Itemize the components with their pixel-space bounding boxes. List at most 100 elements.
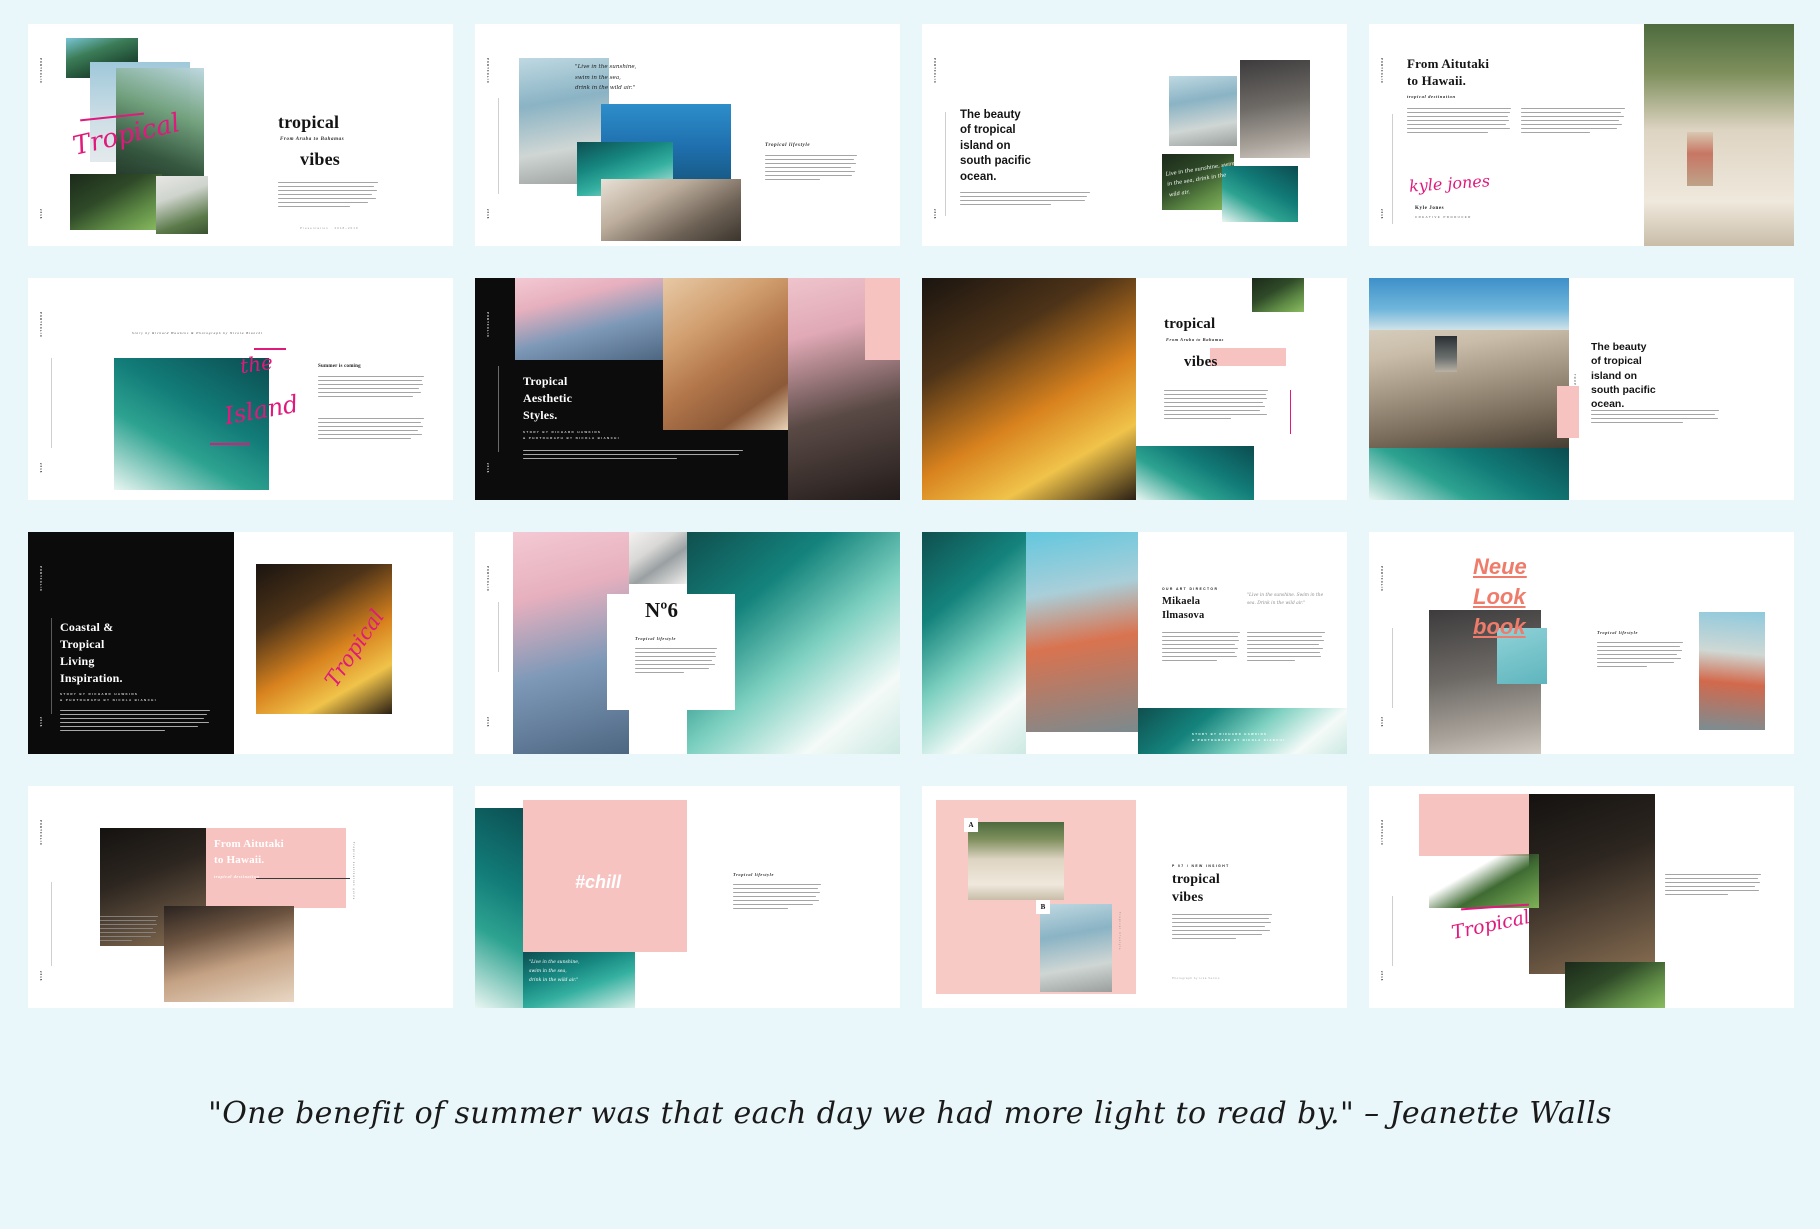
slide-thumbnail[interactable]: #chill "Live in the sunshine, swim in th… (475, 786, 900, 1008)
slide15-footer: Photograph by Lisa Ventro (1172, 976, 1220, 980)
slide-thumbnail[interactable]: PORTFOLIO 2018 Neue Look book Tropical l… (1369, 532, 1794, 754)
slide-side-label-top: PORTFOLIO (486, 312, 489, 338)
slide-thumbnail[interactable]: A B Tropical lifestyle P 07 / NEW INSIGH… (922, 786, 1347, 1008)
pink-rule-bottom (210, 443, 250, 445)
slide-thumbnail[interactable]: PORTFOLIO 2018 Tropical Aesthetic Styles… (475, 278, 900, 500)
slide-grid: PORTFOLIO 2018 Tropical tropical From Ar… (28, 24, 1794, 1034)
slide-side-label-bottom: 2018 (933, 209, 936, 220)
slide15-kicker: P 07 / NEW INSIGHT (1172, 864, 1230, 868)
slide7-body-copy (1164, 390, 1268, 422)
footer-quote: "One benefit of summer was that each day… (208, 1096, 1612, 1131)
side-rule (498, 98, 499, 194)
photo-ocean-strip (1369, 448, 1569, 500)
slide-side-label-bottom: 2018 (486, 463, 489, 474)
slide-side-label-bottom: 2018 (39, 463, 42, 474)
slide2-side-heading: Tropical lifestyle (765, 143, 811, 148)
slide12-title-2: Look (1473, 584, 1526, 609)
side-rule (1392, 628, 1393, 708)
slide-side-label-bottom: 2018 (39, 209, 42, 220)
slide11-name-2: Ilmasova (1162, 610, 1205, 621)
slide-side-label-top: PORTFOLIO (39, 820, 42, 846)
slide-thumbnail[interactable]: PORTFOLIO 2018 The beauty of tropical is… (922, 24, 1347, 246)
slide11-quote: "Live in the sunshine. Swim in the sea. … (1247, 593, 1324, 607)
slide4-body-copy-right (1521, 108, 1625, 136)
photo-rocks (601, 179, 741, 241)
slide8-body-copy (1591, 410, 1719, 426)
photo-dunes (1644, 24, 1794, 246)
slide-side-label-top: PORTFOLIO (486, 566, 489, 592)
slide-thumbnail[interactable]: tropical From Aruba to Bahamas vibes (922, 278, 1347, 500)
slide12-title-1: Neue (1473, 554, 1527, 579)
slide-thumbnail[interactable]: PORTFOLIO 2018 Story by Richard Hawkins … (28, 278, 453, 500)
slide-thumbnail[interactable]: PORTFOLIO 2018 From Aitutaki to Hawaii. … (1369, 24, 1794, 246)
slide4-heading-1: From Aitutaki (1407, 56, 1490, 71)
slide9-heading-3: Living (60, 654, 95, 668)
slide-side-label-top: PORTFOLIO (1380, 58, 1383, 84)
slide-thumbnail[interactable]: PORTFOLIO 2018 "Live in the sunshine, sw… (475, 24, 900, 246)
slide2-quote: "Live in the sunshine, swim in the sea, … (575, 64, 637, 92)
slide12-title-3: book (1473, 614, 1526, 639)
slide5-body-copy-2 (318, 418, 424, 442)
slide-side-label-bottom: 2018 (1380, 209, 1383, 220)
slide13-body-copy (100, 916, 158, 944)
slide-side-label-top: PORTFOLIO (486, 58, 489, 84)
slide6-credit-1: STORY BY RICHARD HAWKINS (523, 430, 602, 434)
slide-thumbnail[interactable]: The beauty of tropical island on south p… (1369, 278, 1794, 500)
photo-blonde-portrait (164, 906, 294, 1002)
side-rule (51, 618, 52, 714)
slide-side-label-bottom: 2018 (1380, 717, 1383, 728)
side-rule (945, 112, 946, 216)
photo-plant-bottom (1565, 962, 1665, 1008)
slide14-body-copy (733, 884, 821, 912)
photo-aerial-left (922, 532, 1026, 754)
slide11-kicker: OUR ART DIRECTOR (1162, 587, 1219, 591)
slide-side-label-top: PORTFOLIO (39, 58, 42, 84)
slide16-script-word: Tropical (1449, 905, 1532, 945)
photo-beach-girl-b (1040, 904, 1112, 992)
slide-side-label-bottom: 2018 (39, 971, 42, 982)
badge-a: A (964, 818, 978, 832)
slide1-title-1: tropical (278, 112, 340, 132)
slide-thumbnail[interactable]: OUR ART DIRECTOR Mikaela Ilmasova "Live … (922, 532, 1347, 754)
slide-thumbnail[interactable]: PORTFOLIO 2018 Nº6 Tropical lifestyle (475, 532, 900, 754)
slide4-signature-name: Kyle Jones (1415, 206, 1445, 211)
photo-woman-dune (1687, 132, 1713, 186)
slide6-body-copy (523, 450, 743, 462)
slide2-body-copy (765, 155, 857, 183)
photo-ocean-bottom (1136, 446, 1254, 500)
slide-thumbnail[interactable]: PORTFOLIO 2018 Tropical (1369, 786, 1794, 1008)
slide-side-label-bottom: 2018 (486, 717, 489, 728)
photo-aerial-wave-bottom (1138, 708, 1347, 754)
slide5-credit: Story by Richard Hawkins & Photograph by… (132, 331, 263, 335)
slide6-heading-3: Styles. (523, 408, 558, 422)
slide5-body-heading: Summer is coming (318, 364, 361, 369)
pink-vertical-rule (1290, 390, 1292, 434)
photo-red-shirt-right (1699, 612, 1765, 730)
slide4-heading-2: to Hawaii. (1407, 73, 1467, 88)
photo-girl-rail (1169, 76, 1237, 146)
slide15-body-copy (1172, 914, 1272, 942)
slide15-title-1: tropical (1172, 872, 1221, 887)
slide-thumbnail[interactable]: PORTFOLIO 2018 Coastal & Tropical Living… (28, 532, 453, 754)
photo-city-girl (1240, 60, 1310, 158)
slide10-number: Nº6 (645, 598, 679, 622)
slide-thumbnail[interactable]: PORTFOLIO 2018 From Aitutaki to Hawaii. … (28, 786, 453, 1008)
side-rule (51, 358, 52, 448)
photo-denim-overalls (515, 278, 663, 360)
slide4-signature-role: CREATIVE PRODUCER (1415, 215, 1472, 219)
slide-side-label-bottom: 2018 (486, 209, 489, 220)
slide-side-label-top: PORTFOLIO (933, 58, 936, 84)
slide6-credit-2: & PHOTOGRAPH BY NICOLA BIANCHI (523, 436, 620, 440)
slide1-body-copy (278, 182, 378, 210)
slide-side-label-top: PORTFOLIO (39, 566, 42, 592)
slide14-side-heading: Tropical lifestyle (733, 872, 774, 877)
photo-photographer (1435, 336, 1457, 372)
slide6-heading-2: Aesthetic (523, 391, 573, 405)
slide-thumbnail[interactable]: PORTFOLIO 2018 Tropical tropical From Ar… (28, 24, 453, 246)
slide-side-label-top: PORTFOLIO (1380, 566, 1383, 592)
slide4-signature-script: kyle jones (1408, 171, 1491, 196)
slide7-subtitle: From Aruba to Bahamas (1166, 337, 1224, 342)
photo-plant-bottom (70, 174, 162, 230)
slide1-subtitle: From Aruba to Bahamas (280, 137, 345, 142)
pink-rule-top (254, 348, 286, 350)
